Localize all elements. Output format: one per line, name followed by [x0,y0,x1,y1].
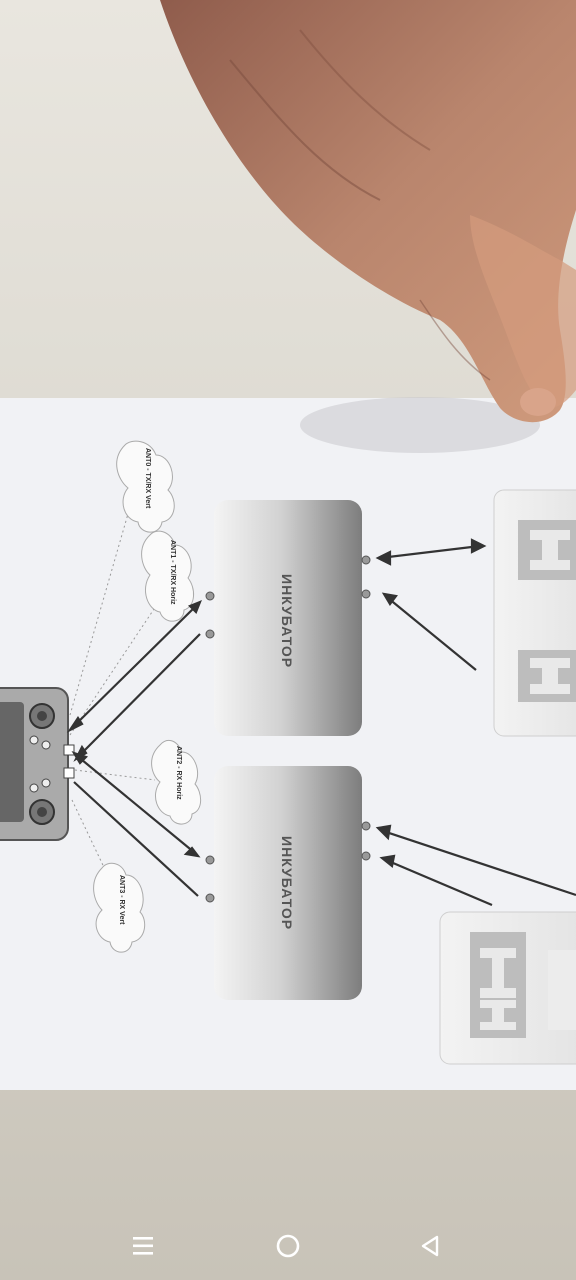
incubator-label-lower: ИНКУБАТОР [279,836,295,930]
antenna-label-3: ANT3 - RX Vert [118,875,125,925]
pcb-module-upper [493,489,576,737]
photo-scene: ANT0 - TX/RX Vert ANT1 - TX/RX Horiz ANT… [0,0,576,1280]
back-triangle-icon[interactable] [414,1230,446,1262]
menu-icon[interactable] [127,1230,159,1262]
incubator-box-upper: ИНКУБАТОР [205,500,371,736]
antenna-label-2: ANT2 - RX Horiz [175,746,182,800]
system-nav-bar [0,1212,576,1280]
home-circle-icon[interactable] [272,1230,304,1262]
incubator-label-upper: ИНКУБАТОР [279,574,295,668]
antenna-label-0: ANT0 - TX/RX Vert [144,448,151,509]
pcb-module-lower [439,911,576,1065]
incubator-box-lower: ИНКУБАТОР [205,766,371,1000]
remote-controller [0,687,75,841]
antenna-label-1: ANT1 - TX/RX Horiz [169,540,176,605]
